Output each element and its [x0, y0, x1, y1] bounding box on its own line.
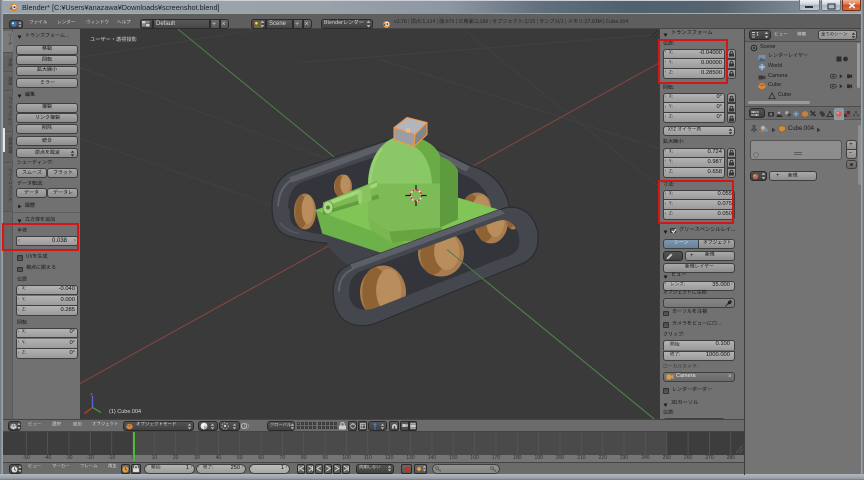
svg-text:z: z [91, 392, 94, 397]
